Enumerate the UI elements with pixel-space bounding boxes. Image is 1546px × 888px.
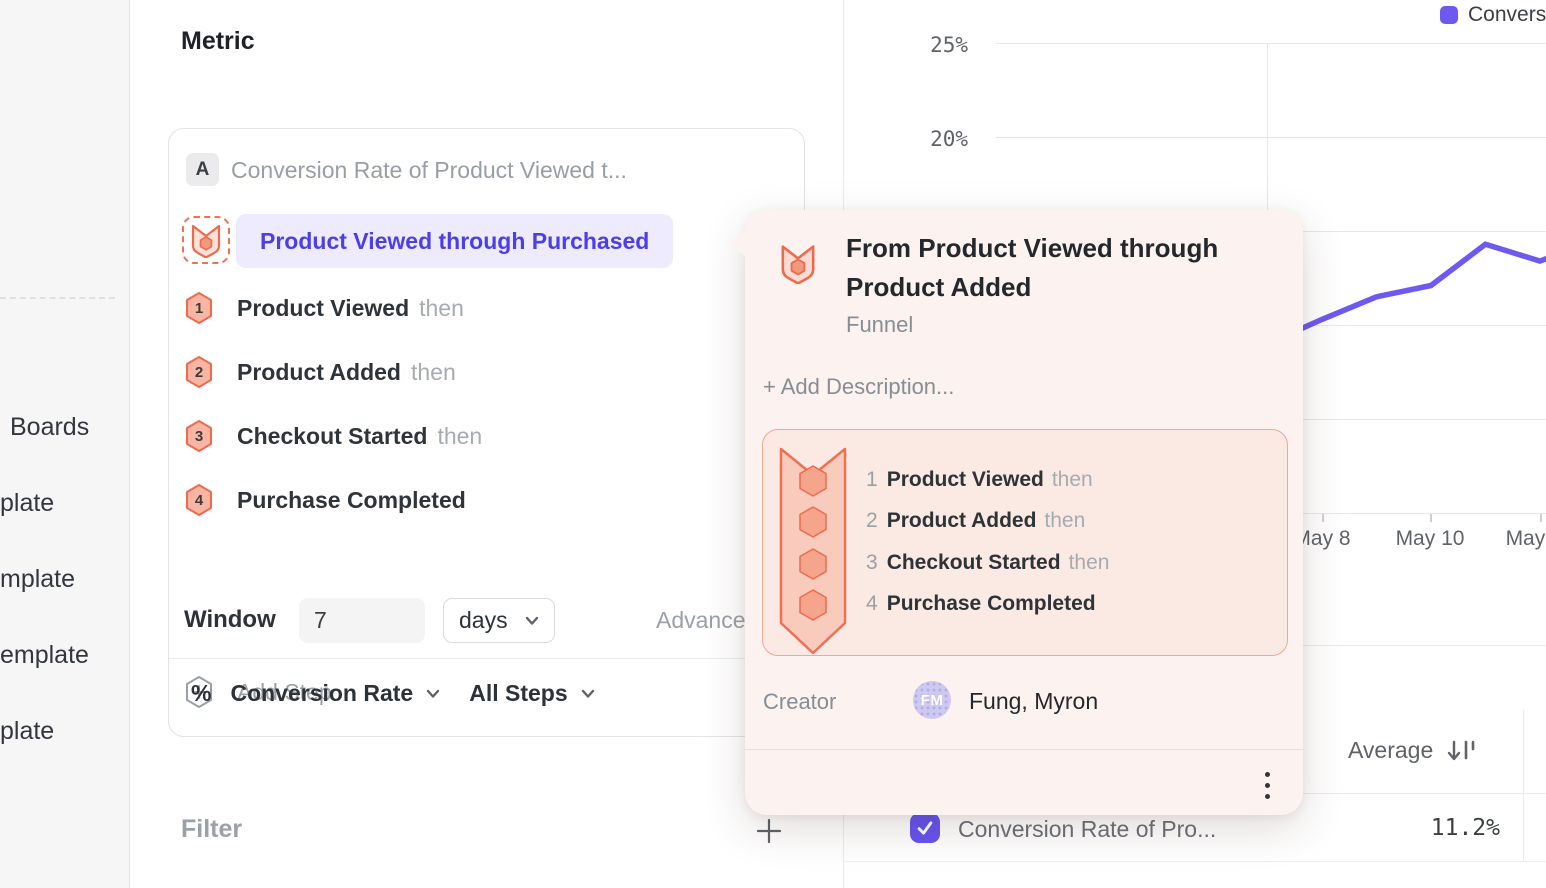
step-1-hexagon-icon: 1	[184, 291, 214, 325]
step-name: Product Added	[887, 509, 1037, 533]
creator-name: Fung, Myron	[969, 688, 1098, 715]
chevron-down-icon	[525, 616, 539, 626]
x-tick-mark	[1540, 514, 1542, 522]
filter-section-title: Filter	[181, 815, 242, 844]
svg-text:1: 1	[195, 300, 203, 317]
measure-controls: % Conversion Rate All Steps	[191, 680, 595, 707]
funnel-icon	[779, 242, 817, 284]
popover-step-row: 1 Product Viewed then	[866, 468, 1093, 492]
sidebar-item-template-1[interactable]: plate	[0, 489, 54, 518]
steps-scope-dropdown[interactable]: All Steps	[469, 680, 567, 707]
funnel-step-row[interactable]: 3 Checkout Started then	[184, 414, 482, 458]
add-description-link[interactable]: + Add Description...	[763, 374, 954, 400]
chevron-down-icon[interactable]	[426, 689, 440, 699]
step-connector: then	[1044, 509, 1085, 533]
funnel-step-row[interactable]: 4 Purchase Completed	[184, 478, 476, 522]
metric-section-title: Metric	[181, 27, 255, 56]
popover-type-label: Funnel	[846, 312, 913, 338]
step-4-hexagon-icon: 4	[184, 483, 214, 517]
metric-title[interactable]: Conversion Rate of Product Viewed t...	[231, 157, 627, 184]
popover-step-row: 4 Purchase Completed	[866, 592, 1104, 616]
step-name: Purchase Completed	[237, 487, 466, 513]
step-name: Purchase Completed	[887, 592, 1096, 616]
measure-dropdown[interactable]: Conversion Rate	[230, 680, 413, 707]
sidebar-item-boards[interactable]: Boards	[10, 413, 89, 442]
step-connector: then	[1052, 468, 1093, 492]
percent-sign: %	[191, 680, 211, 707]
step-number: 1	[866, 468, 878, 492]
creator-label: Creator	[763, 689, 836, 715]
y-axis-tick-25: 25%	[898, 33, 968, 57]
sidebar-item-template-3[interactable]: emplate	[0, 641, 89, 670]
sort-descending-icon	[1446, 738, 1476, 764]
left-sidebar	[0, 0, 130, 888]
step-number: 2	[866, 509, 878, 533]
legend-swatch	[1440, 6, 1458, 24]
popover-caret	[730, 228, 747, 258]
step-name: Product Added	[237, 359, 401, 385]
svg-text:4: 4	[195, 492, 204, 509]
window-unit-value: days	[459, 607, 508, 634]
step-number: 4	[866, 592, 878, 616]
window-unit-select[interactable]: days	[443, 598, 555, 643]
gridline-20pct	[996, 137, 1546, 138]
more-options-kebab-icon[interactable]	[1252, 765, 1282, 805]
chart-legend[interactable]: Conversion Rate of Pro...	[1440, 3, 1546, 27]
card-footer-divider	[169, 658, 804, 659]
average-header-label: Average	[1348, 737, 1433, 764]
step-connector: then	[411, 359, 456, 385]
plus-icon	[755, 817, 783, 845]
series-checkbox[interactable]	[910, 813, 940, 843]
popover-step-row: 2 Product Added then	[866, 509, 1085, 533]
table-row-average-value: 11.2%	[1360, 815, 1500, 841]
table-row-border	[843, 861, 1546, 862]
add-filter-button[interactable]	[755, 817, 783, 850]
average-column-header[interactable]: Average	[1348, 737, 1476, 764]
legend-series-label: Conversion Rate of Pro...	[1468, 3, 1546, 27]
y-axis-tick-20: 20%	[898, 127, 968, 151]
window-value-input[interactable]	[299, 598, 425, 643]
x-tick-mark	[1430, 514, 1432, 522]
x-axis-label-may12: May 12	[1495, 527, 1546, 551]
sidebar-divider	[0, 297, 115, 299]
step-name: Checkout Started	[887, 551, 1061, 575]
step-name: Product Viewed	[887, 468, 1044, 492]
x-axis-label-may10: May 10	[1385, 527, 1475, 551]
funnel-step-row[interactable]: 1 Product Viewed then	[184, 286, 464, 330]
step-connector: then	[437, 423, 482, 449]
checkmark-icon	[914, 817, 936, 839]
window-label: Window	[184, 606, 276, 634]
metric-letter-badge: A	[186, 153, 219, 186]
funnel-details-popover: From Product Viewed through Product Adde…	[745, 210, 1303, 815]
funnel-ribbon-icon	[779, 447, 847, 655]
table-column-divider	[1523, 710, 1524, 861]
popover-title: From Product Viewed through Product Adde…	[846, 229, 1266, 307]
popover-steps-card	[762, 429, 1288, 656]
gridline-25pct	[996, 43, 1546, 44]
metric-card: A Conversion Rate of Product Viewed t...…	[168, 128, 805, 737]
funnel-step-row[interactable]: 2 Product Added then	[184, 350, 456, 394]
svg-text:2: 2	[195, 364, 203, 381]
chevron-down-icon[interactable]	[581, 689, 595, 699]
creator-avatar: FM	[913, 681, 951, 719]
step-name: Checkout Started	[237, 423, 427, 449]
step-connector: then	[419, 295, 464, 321]
popover-step-row: 3 Checkout Started then	[866, 551, 1109, 575]
trend-line-series	[1268, 240, 1546, 343]
x-tick-mark	[1322, 514, 1324, 522]
table-row-series-label[interactable]: Conversion Rate of Pro...	[958, 816, 1216, 843]
step-number: 3	[866, 551, 878, 575]
step-name: Product Viewed	[237, 295, 409, 321]
sidebar-item-template-2[interactable]: mplate	[0, 565, 75, 594]
step-2-hexagon-icon: 2	[184, 355, 214, 389]
advanced-link[interactable]: Advanced	[656, 607, 758, 634]
step-3-hexagon-icon: 3	[184, 419, 214, 453]
funnel-icon	[190, 222, 222, 258]
selected-funnel-pill[interactable]: Product Viewed through Purchased	[236, 214, 673, 268]
popover-footer-divider	[745, 749, 1303, 750]
step-connector: then	[1069, 551, 1110, 575]
svg-text:3: 3	[195, 428, 203, 445]
funnel-drag-icon-box[interactable]	[182, 216, 230, 264]
sidebar-item-template-4[interactable]: plate	[0, 717, 54, 746]
